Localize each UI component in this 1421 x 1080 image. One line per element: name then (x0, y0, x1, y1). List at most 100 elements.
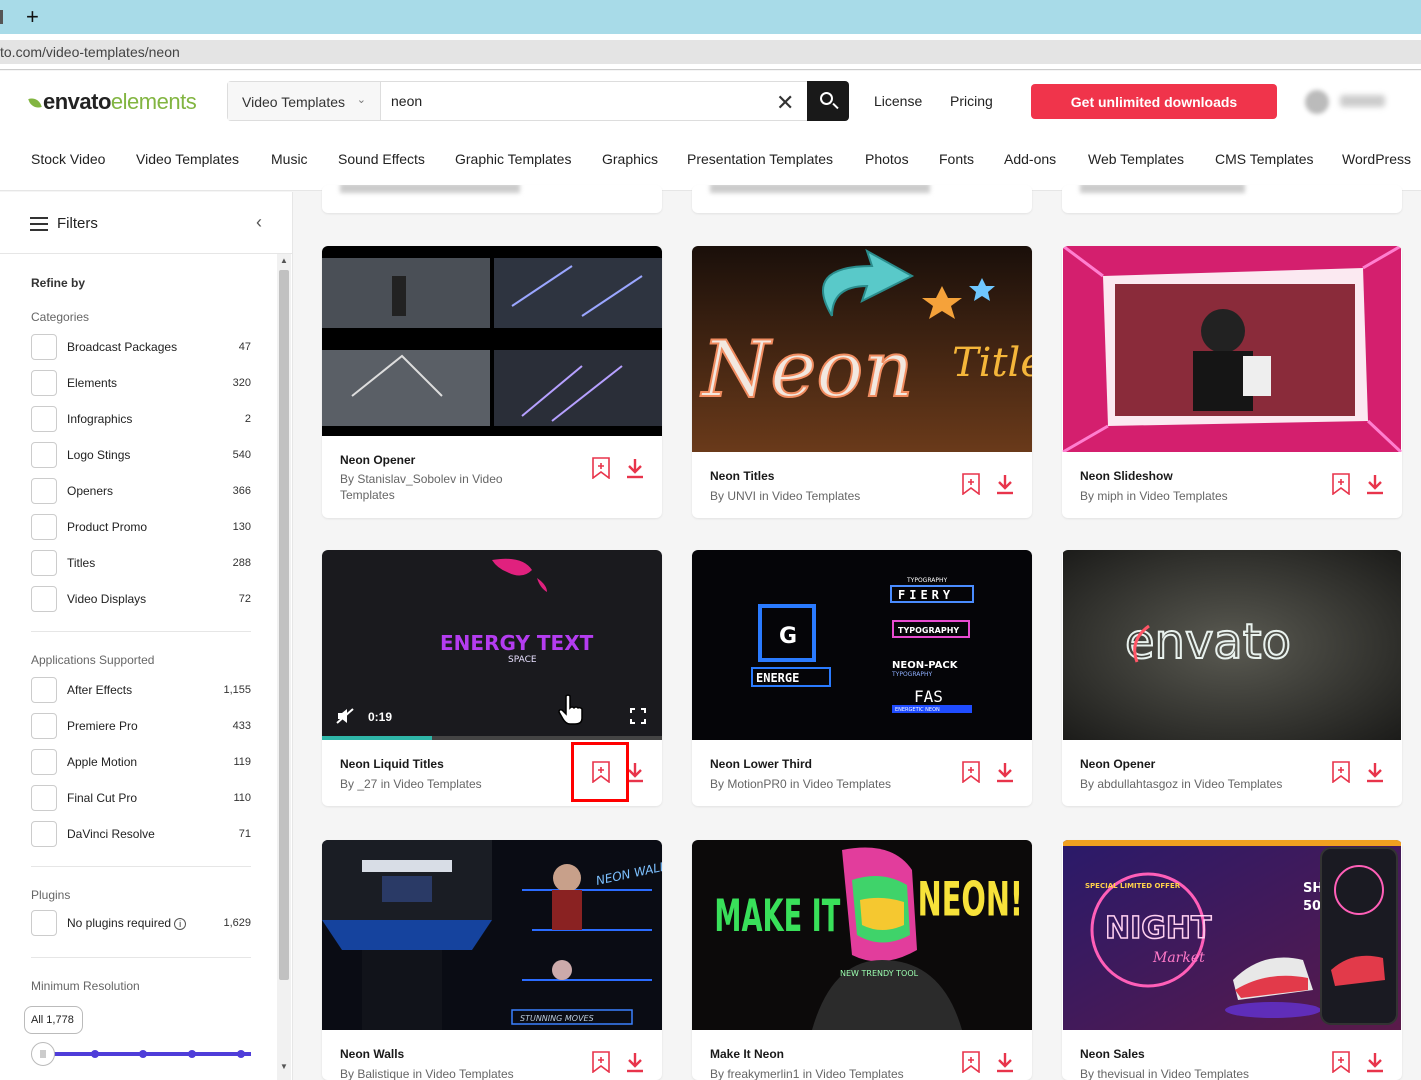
checkbox[interactable] (31, 514, 57, 540)
card-title[interactable]: Neon Liquid Titles (340, 757, 444, 771)
card-title[interactable]: Neon Opener (340, 453, 415, 467)
card-author[interactable]: By freakymerlin1 in Video Templates (710, 1066, 920, 1080)
pricing-link[interactable]: Pricing (950, 93, 993, 109)
nav-music[interactable]: Music (271, 151, 308, 167)
card-thumbnail[interactable]: SPECIAL LIMITED OFFER NIGHT Market SH 50 (1062, 840, 1402, 1030)
nav-sound-effects[interactable]: Sound Effects (338, 151, 425, 167)
scroll-up-icon[interactable]: ▲ (280, 256, 288, 265)
card-title[interactable]: Neon Slideshow (1080, 469, 1173, 483)
scrollbar-thumb[interactable] (279, 270, 289, 980)
card-thumbnail[interactable]: Neon Title (692, 246, 1032, 452)
card-author[interactable]: By Balistique in Video Templates (340, 1066, 550, 1080)
filter-titles[interactable]: Titles 288 (31, 550, 251, 576)
card-thumbnail[interactable]: G ENERGE TYPOGRAPHY FIERY TYPOGRAPHY NEO… (692, 550, 1032, 740)
checkbox[interactable] (31, 586, 57, 612)
sidebar-scrollbar[interactable]: ▲ ▼ (277, 254, 291, 1080)
nav-stock-video[interactable]: Stock Video (31, 151, 105, 167)
fullscreen-icon[interactable] (630, 708, 646, 724)
filter-elements[interactable]: Elements 320 (31, 370, 251, 396)
result-card-partial[interactable] (1062, 185, 1402, 213)
checkbox[interactable] (31, 821, 57, 847)
download-icon[interactable] (1366, 1051, 1384, 1073)
filter-davinci-resolve[interactable]: DaVinci Resolve 71 (31, 821, 251, 847)
checkbox[interactable] (31, 334, 57, 360)
card-thumbnail[interactable]: envato (1062, 550, 1402, 740)
checkbox[interactable] (31, 749, 57, 775)
mute-icon[interactable] (336, 708, 356, 724)
checkbox[interactable] (31, 550, 57, 576)
category-select[interactable]: Video Templates ⌄ (228, 82, 381, 120)
filter-apple-motion[interactable]: Apple Motion 119 (31, 749, 251, 775)
nav-photos[interactable]: Photos (865, 151, 909, 167)
card-author[interactable]: By abdullahtasgoz in Video Templates (1080, 776, 1290, 792)
filter-openers[interactable]: Openers 366 (31, 478, 251, 504)
checkbox[interactable] (31, 785, 57, 811)
scroll-down-icon[interactable]: ▼ (280, 1062, 288, 1071)
search-input[interactable] (381, 82, 808, 120)
download-icon[interactable] (996, 473, 1014, 495)
envato-logo[interactable]: envatoelements (28, 89, 197, 115)
bookmark-add-icon[interactable] (592, 1051, 610, 1073)
card-title[interactable]: Neon Sales (1080, 1047, 1145, 1061)
bookmark-add-icon[interactable] (1332, 473, 1350, 495)
result-card[interactable]: MAKE IT NEON! NEW TRENDY TOOL Make It Ne… (692, 840, 1032, 1080)
card-author[interactable]: By thevisual in Video Templates (1080, 1066, 1290, 1080)
filter-no-plugins-required[interactable]: No plugins required i 1,629 (31, 910, 251, 936)
card-title[interactable]: Neon Titles (710, 469, 774, 483)
card-title[interactable]: Neon Walls (340, 1047, 404, 1061)
nav-presentation-templates[interactable]: Presentation Templates (687, 151, 833, 167)
filter-premiere-pro[interactable]: Premiere Pro 433 (31, 713, 251, 739)
checkbox[interactable] (31, 677, 57, 703)
bookmark-add-icon[interactable] (962, 473, 980, 495)
filter-after-effects[interactable]: After Effects 1,155 (31, 677, 251, 703)
download-icon[interactable] (1366, 761, 1384, 783)
result-card[interactable]: Neon Opener By Stanislav_Sobolev in Vide… (322, 246, 662, 518)
nav-graphics[interactable]: Graphics (602, 151, 658, 167)
result-card[interactable]: SPECIAL LIMITED OFFER NIGHT Market SH 50… (1062, 840, 1402, 1080)
close-icon[interactable]: ✕ (776, 90, 794, 116)
nav-graphic-templates[interactable]: Graphic Templates (455, 151, 571, 167)
license-link[interactable]: License (874, 93, 922, 109)
nav-add-ons[interactable]: Add-ons (1004, 151, 1056, 167)
search-button[interactable] (807, 81, 849, 121)
nav-cms-templates[interactable]: CMS Templates (1215, 151, 1314, 167)
nav-wordpress[interactable]: WordPress (1342, 151, 1411, 167)
bookmark-add-icon[interactable] (962, 1051, 980, 1073)
checkbox[interactable] (31, 370, 57, 396)
checkbox[interactable] (31, 442, 57, 468)
checkbox[interactable] (31, 713, 57, 739)
info-icon[interactable]: i (174, 918, 187, 930)
card-title[interactable]: Neon Lower Third (710, 757, 812, 771)
checkbox[interactable] (31, 406, 57, 432)
download-icon[interactable] (626, 1051, 644, 1073)
filter-logo-stings[interactable]: Logo Stings 540 (31, 442, 251, 468)
bookmark-add-icon[interactable] (592, 457, 610, 479)
resolution-slider-handle[interactable] (31, 1042, 55, 1066)
download-icon[interactable] (1366, 473, 1384, 495)
nav-fonts[interactable]: Fonts (939, 151, 974, 167)
result-card[interactable]: G ENERGE TYPOGRAPHY FIERY TYPOGRAPHY NEO… (692, 550, 1032, 806)
card-author[interactable]: By _27 in Video Templates (340, 776, 550, 792)
get-unlimited-downloads-button[interactable]: Get unlimited downloads (1031, 84, 1277, 119)
filter-final-cut-pro[interactable]: Final Cut Pro 110 (31, 785, 251, 811)
card-author[interactable]: By Stanislav_Sobolev in Video Templates (340, 471, 550, 503)
bookmark-add-icon[interactable] (1332, 1051, 1350, 1073)
new-tab-button[interactable]: + (26, 4, 39, 30)
card-thumbnail[interactable]: MAKE IT NEON! NEW TRENDY TOOL (692, 840, 1032, 1030)
filter-product-promo[interactable]: Product Promo 130 (31, 514, 251, 540)
result-card[interactable]: Neon Slideshow By miph in Video Template… (1062, 246, 1402, 518)
card-thumbnail[interactable]: STUNNING MOVES NEON WALLS (322, 840, 662, 1030)
bookmark-add-icon[interactable] (962, 761, 980, 783)
card-author[interactable]: By miph in Video Templates (1080, 488, 1290, 504)
card-thumbnail[interactable] (1062, 246, 1402, 452)
nav-video-templates[interactable]: Video Templates (136, 151, 239, 167)
result-card-partial[interactable] (322, 185, 662, 213)
checkbox[interactable] (31, 478, 57, 504)
card-title[interactable]: Make It Neon (710, 1047, 784, 1061)
result-card[interactable]: STUNNING MOVES NEON WALLS Neon Walls By … (322, 840, 662, 1080)
download-icon[interactable] (996, 1051, 1014, 1073)
nav-web-templates[interactable]: Web Templates (1088, 151, 1184, 167)
filter-broadcast-packages[interactable]: Broadcast Packages 47 (31, 334, 251, 360)
filter-infographics[interactable]: Infographics 2 (31, 406, 251, 432)
download-icon[interactable] (996, 761, 1014, 783)
